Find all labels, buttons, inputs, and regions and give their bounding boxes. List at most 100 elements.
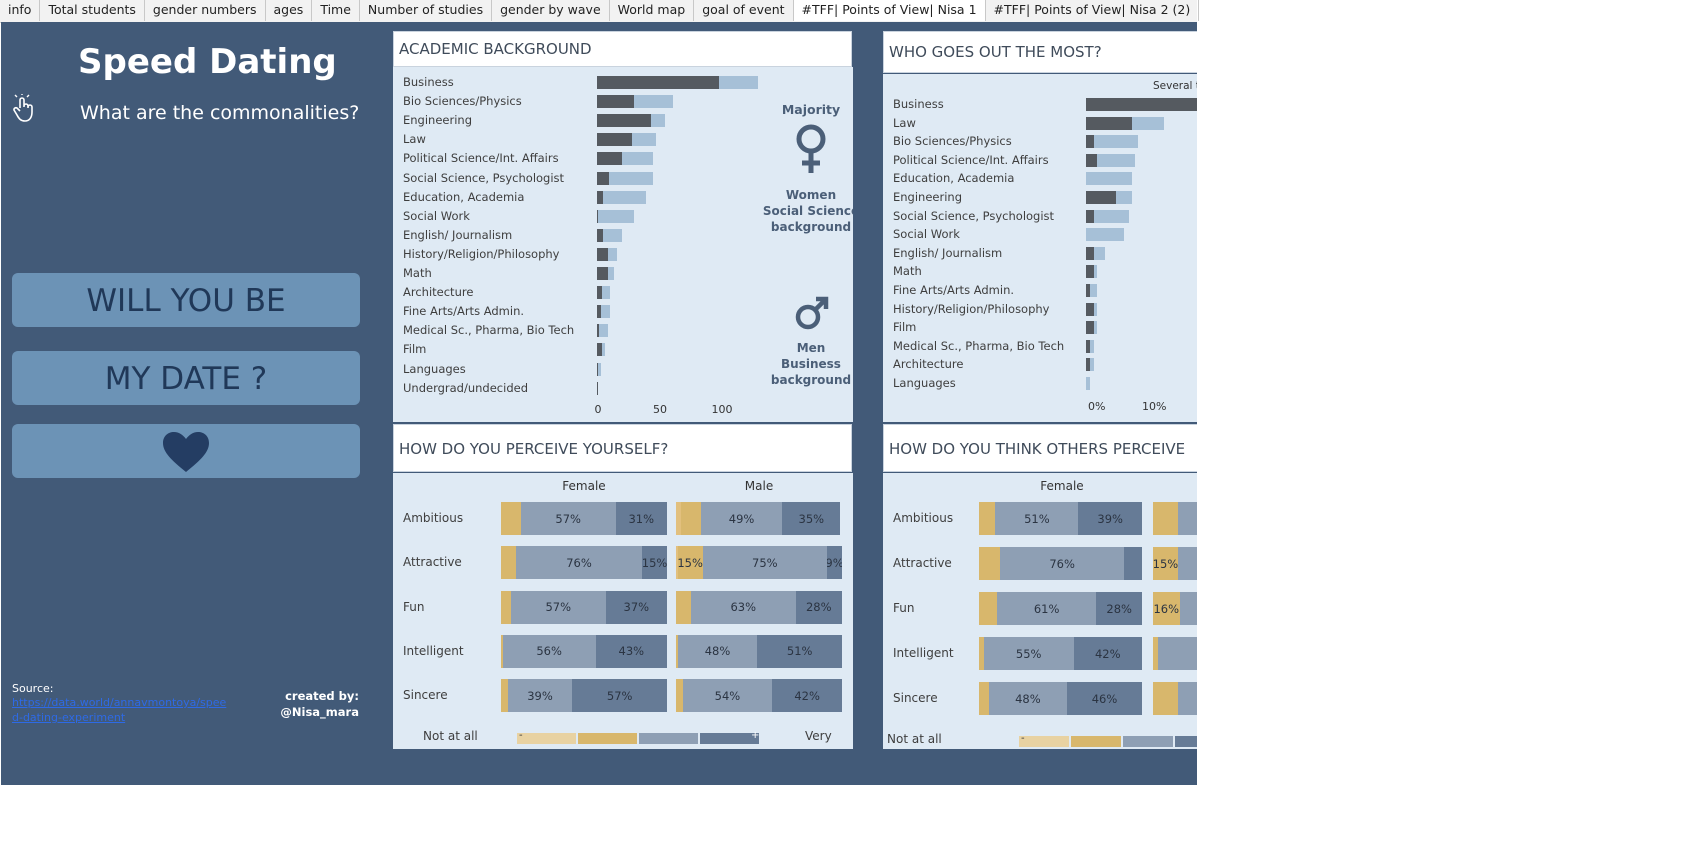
sheet-tab[interactable]: #TFF| Points of View| Nisa 1 (793, 0, 986, 21)
self-female-segment: 56% (502, 634, 596, 668)
goes-out-row-label: Business (893, 97, 944, 111)
goes-out-axis-tick: 0% (1088, 400, 1106, 413)
others-female-segment: 42% (1073, 637, 1142, 670)
sheet-tab[interactable]: gender by wave (492, 0, 610, 21)
self-female-segment (501, 590, 511, 624)
others-male-segment (1153, 502, 1178, 535)
academic-bar-female (597, 286, 602, 300)
will-you-be-button[interactable]: WILL YOU BE (12, 273, 360, 327)
others-female-segment: 48% (988, 682, 1067, 715)
academic-bar-female (597, 381, 598, 395)
goes-out-row-label: English/ Journalism (893, 245, 1003, 260)
will-you-be-label: WILL YOU BE (86, 283, 286, 319)
dashboard: Speed Dating What are the commonalities?… (1, 22, 1197, 785)
credit-line-2: @Nisa_mara (280, 705, 359, 719)
goes-out-row-label: Law (893, 115, 916, 130)
goes-out-row-label: Engineering (893, 190, 962, 204)
sheet-tab[interactable]: #TFF| Points of View| Nisa 2 (2) (986, 0, 1200, 21)
goes-out-bar-female (1086, 302, 1094, 316)
self-male-segment: 75% (702, 546, 828, 580)
self-legend-right: Very (805, 729, 832, 743)
goes-out-row-label: Languages (893, 376, 956, 390)
others-female-column-header: Female (1040, 479, 1084, 493)
self-male-segment: 28% (795, 590, 842, 624)
others-male-segment (1179, 592, 1197, 625)
source-block: Source: https://data.world/annavmontoya/… (12, 682, 242, 725)
academic-bar-female (597, 247, 608, 261)
academic-row-label: Business (403, 75, 454, 89)
others-legend-swatch (1175, 736, 1197, 747)
sheet-tab[interactable]: Time (312, 0, 360, 21)
men-line-2: Business (781, 357, 841, 371)
others-trait-label: Intelligent (893, 646, 954, 660)
academic-bar-female (597, 114, 651, 128)
self-trait-label: Ambitious (403, 511, 464, 525)
academic-bar-female (597, 228, 603, 242)
sheet-tab[interactable]: World map (610, 0, 695, 21)
sheet-tab[interactable]: gender numbers (145, 0, 266, 21)
self-male-segment: 51% (757, 634, 842, 668)
sheet-tab[interactable]: info (0, 0, 41, 21)
others-header: HOW DO YOU THINK OTHERS PERCEIVE YOU? (883, 424, 1197, 506)
self-male-segment: 48% (677, 634, 758, 668)
goes-out-bar-female (1086, 153, 1098, 167)
others-male-segment (1177, 682, 1197, 715)
self-male-segment: 35% (782, 502, 841, 535)
self-legend-minus: - (519, 730, 523, 741)
heart-button[interactable] (12, 424, 360, 478)
goes-out-row-label: Medical Sc., Pharma, Bio Tech (893, 338, 1065, 353)
goes-out-axis-tick: 10% (1142, 400, 1167, 413)
others-female-segment: 46% (1067, 682, 1142, 715)
others-trait-label: Sincere (893, 691, 938, 705)
self-male-segment (680, 502, 701, 535)
others-female-segment (979, 547, 1001, 580)
academic-row-label: Undergrad/undecided (403, 380, 529, 395)
sheet-tab[interactable]: goal of event (694, 0, 794, 21)
academic-bar-female (597, 152, 623, 166)
majority-label: Majority (781, 102, 841, 117)
self-female-segment (501, 546, 516, 580)
academic-row-label: Medical Sc., Pharma, Bio Tech (403, 323, 575, 338)
self-male-segment (676, 679, 683, 713)
academic-row-label: Education, Academia (403, 189, 525, 204)
goes-out-row-label: Education, Academia (893, 171, 1015, 186)
academic-bar-female (597, 133, 632, 147)
dashboard-title: Speed Dating (78, 42, 337, 82)
sheet-tab[interactable]: Total students (40, 0, 145, 21)
goes-out-row-label: Math (893, 264, 922, 279)
sheet-tab[interactable]: ages (266, 0, 313, 21)
academic-row-label: English/ Journalism (403, 227, 513, 242)
goes-out-panel: Several ti Business Law Bio Sciences/Physi… (883, 74, 1197, 422)
goes-out-row-label: Bio Sciences/Physics (893, 134, 1012, 149)
self-legend-swatch (517, 733, 576, 744)
goes-out-row-label: History/Religion/Philosophy (893, 301, 1050, 316)
my-date-button[interactable]: MY DATE ? (12, 351, 360, 405)
academic-row-label: Law (403, 132, 426, 147)
self-male-segment: 54% (682, 679, 773, 713)
self-male-segment: 63% (690, 590, 796, 624)
academic-row-label: Bio Sciences/Physics (403, 94, 522, 109)
others-female-segment: 76% (1000, 547, 1125, 580)
others-male-segment: 48 (1157, 637, 1197, 670)
academic-bar-female (597, 171, 609, 185)
source-link[interactable]: https://data.world/annavmontoya/speed-da… (12, 695, 232, 725)
academic-bar-female (597, 305, 601, 319)
others-legend-minus: - (1021, 733, 1025, 744)
source-label: Source: (12, 682, 54, 695)
self-title: HOW DO YOU PERCEIVE YOURSELF? (399, 440, 669, 458)
academic-row-label: History/Religion/Philosophy (403, 246, 560, 261)
others-trait-label: Ambitious (893, 511, 954, 525)
goes-out-bar-female (1086, 116, 1132, 130)
others-female-segment: 39% (1078, 502, 1142, 535)
self-female-segment: 37% (605, 590, 667, 624)
goes-out-bar-female (1086, 191, 1117, 204)
goes-out-bar-female (1086, 98, 1197, 111)
self-header: HOW DO YOU PERCEIVE YOURSELF? (393, 424, 852, 472)
others-male-segment (1153, 682, 1178, 715)
others-female-segment: 51% (995, 502, 1079, 535)
others-female-segment (979, 592, 997, 625)
others-trait-label: Fun (893, 601, 915, 615)
sheet-tab-bar: info Total students gender numbers ages Time… (0, 0, 1200, 23)
sheet-tab[interactable]: Number of studies (360, 0, 493, 21)
male-column-header: Male (744, 479, 774, 493)
